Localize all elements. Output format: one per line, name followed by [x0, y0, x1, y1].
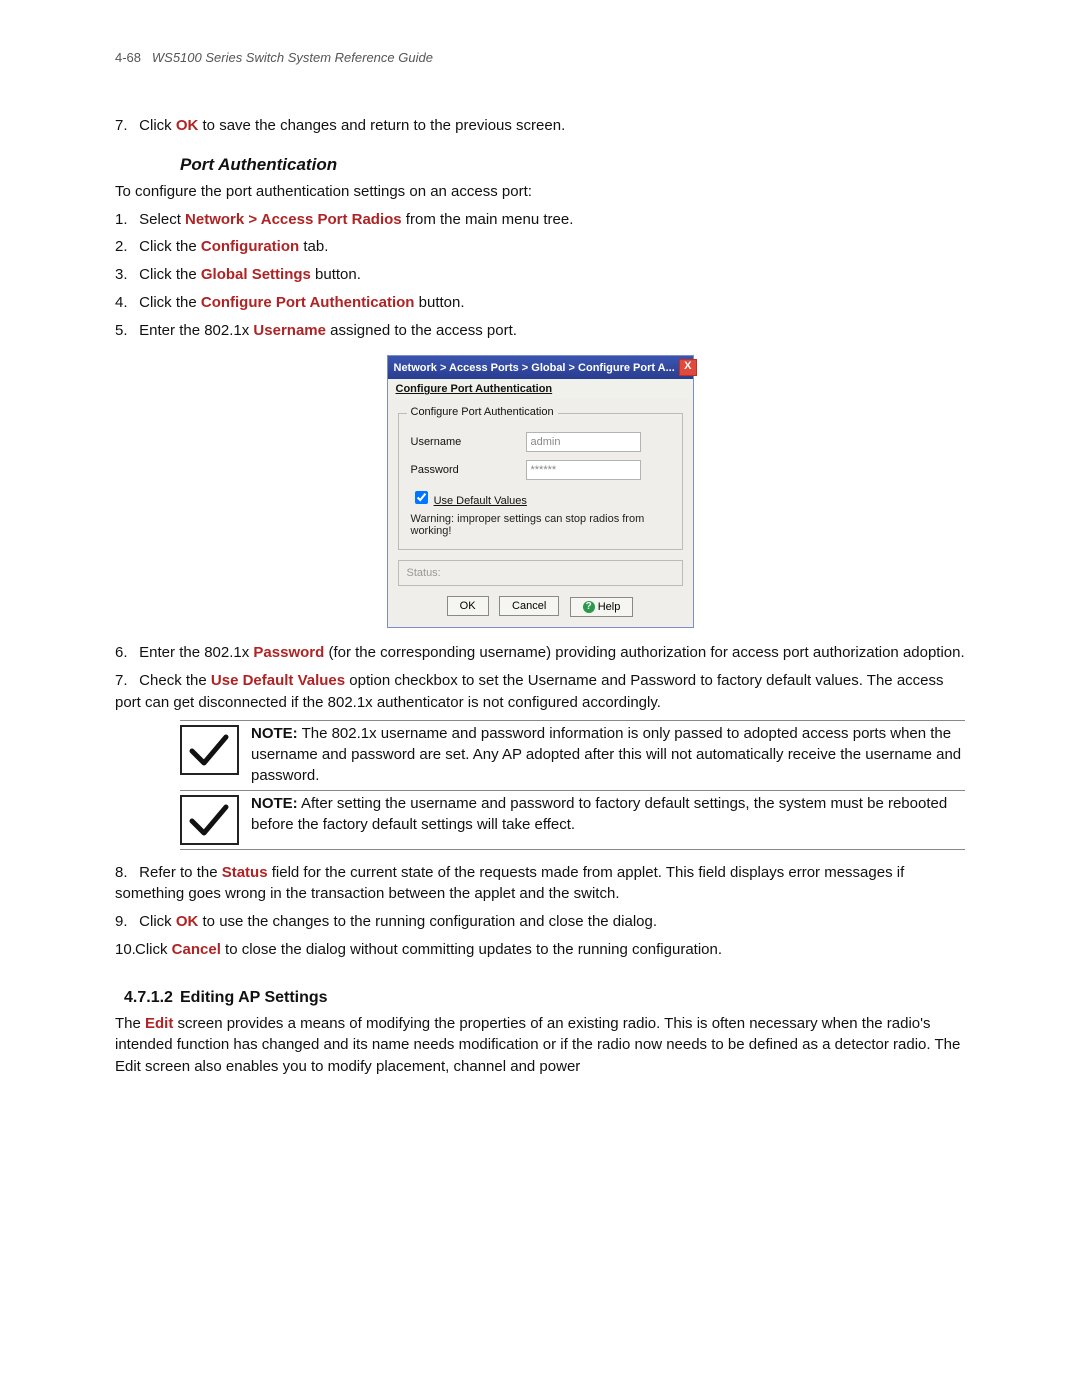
group-legend: Configure Port Authentication	[407, 406, 558, 418]
note-2: NOTE: After setting the username and pas…	[180, 795, 965, 845]
username-label: Username	[411, 436, 526, 448]
checkmark-icon	[180, 795, 239, 845]
password-row: Password	[411, 460, 670, 480]
config-group: Configure Port Authentication Username P…	[398, 413, 683, 550]
checkmark-icon	[180, 725, 239, 775]
step-10: 10.Click Cancel to close the dialog with…	[115, 939, 965, 961]
note-1-text: NOTE: The 802.1x username and password i…	[251, 723, 965, 786]
dialog-title-text: Network > Access Ports > Global > Config…	[394, 362, 675, 374]
dialog-body: Configure Port Authentication Username P…	[388, 399, 693, 627]
help-icon: ?	[583, 601, 595, 613]
step-6: 6. Enter the 802.1x Password (for the co…	[115, 642, 965, 664]
step-3: 3. Click the Global Settings button.	[115, 264, 965, 286]
step-7: 7. Check the Use Default Values option c…	[115, 670, 965, 714]
step-7-top: 7. Click OK to save the changes and retu…	[115, 115, 965, 137]
note-1: NOTE: The 802.1x username and password i…	[180, 725, 965, 786]
doc-title: WS5100 Series Switch System Reference Gu…	[152, 50, 433, 65]
cancel-button[interactable]: Cancel	[499, 596, 559, 616]
page-number: 4-68	[115, 50, 141, 65]
step-1: 1. Select Network > Access Port Radios f…	[115, 209, 965, 231]
use-default-row: Use Default Values	[411, 488, 670, 507]
dialog-buttons: OK Cancel ?Help	[398, 596, 683, 617]
use-default-label[interactable]: Use Default Values	[434, 495, 527, 507]
step-9: 9. Click OK to use the changes to the ru…	[115, 911, 965, 933]
password-input[interactable]	[526, 460, 641, 480]
username-row: Username	[411, 432, 670, 452]
document-page: 4-68 WS5100 Series Switch System Referen…	[0, 0, 1080, 1397]
subsection-heading: 4.7.1.2Editing AP Settings	[180, 989, 965, 1007]
section-intro: To configure the port authentication set…	[115, 181, 965, 203]
username-input[interactable]	[526, 432, 641, 452]
status-field: Status:	[398, 560, 683, 586]
step-8: 8. Refer to the Status field for the cur…	[115, 862, 965, 906]
subsection-body: The Edit screen provides a means of modi…	[115, 1013, 965, 1078]
ok-button[interactable]: OK	[447, 596, 489, 616]
dialog: Network > Access Ports > Global > Config…	[387, 355, 694, 628]
close-icon[interactable]: X	[679, 359, 697, 376]
help-button[interactable]: ?Help	[570, 597, 634, 617]
dialog-titlebar: Network > Access Ports > Global > Config…	[388, 356, 693, 379]
warning-text: Warning: improper settings can stop radi…	[411, 513, 670, 537]
page-header: 4-68 WS5100 Series Switch System Referen…	[115, 50, 965, 65]
step-5: 5. Enter the 802.1x Username assigned to…	[115, 320, 965, 342]
dialog-subtitle: Configure Port Authentication	[388, 379, 693, 399]
note-2-text: NOTE: After setting the username and pas…	[251, 793, 965, 835]
step-2: 2. Click the Configuration tab.	[115, 236, 965, 258]
password-label: Password	[411, 464, 526, 476]
step-4: 4. Click the Configure Port Authenticati…	[115, 292, 965, 314]
section-title: Port Authentication	[180, 155, 965, 175]
use-default-checkbox[interactable]	[415, 491, 428, 504]
